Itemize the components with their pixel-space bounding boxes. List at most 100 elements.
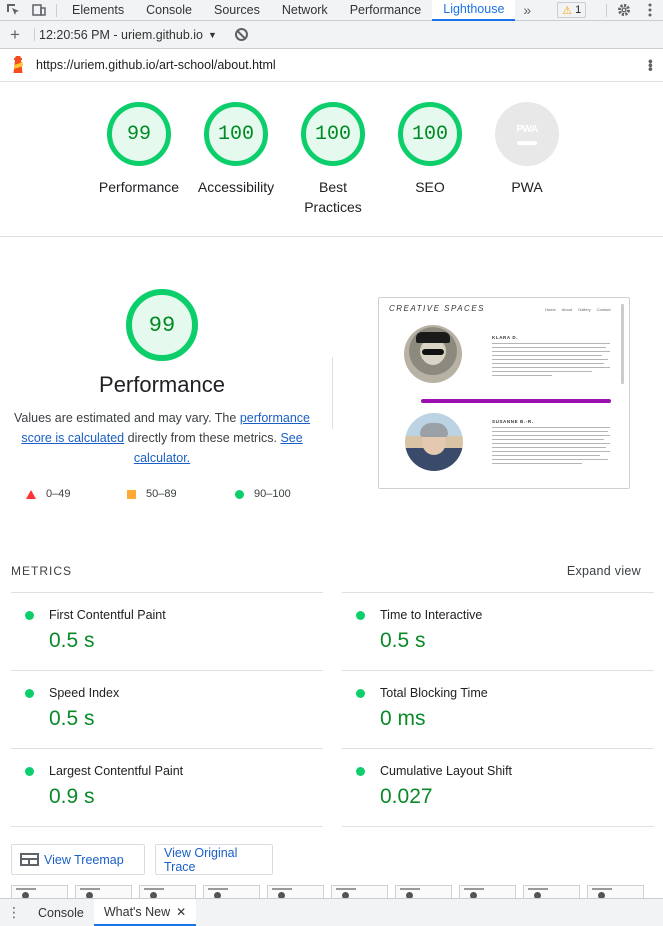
legend-fail-label: 0–49	[46, 488, 71, 500]
screenshot-nav-item: Gallery	[578, 307, 591, 312]
drawer-tab-bar: ⋮ Console What's New ✕	[0, 898, 663, 926]
metric-speed-index: Speed Index 0.5 s	[11, 670, 323, 748]
new-report-plus-icon[interactable]: +	[0, 25, 30, 45]
expand-view-toggle[interactable]: Expand view	[567, 564, 641, 578]
filmstrip-frame	[331, 885, 388, 899]
gauge-label: PWA	[511, 179, 543, 195]
screenshot-nav-item: Home	[545, 307, 556, 312]
drawer-tab-console[interactable]: Console	[28, 899, 94, 926]
filmstrip-frame	[75, 885, 132, 899]
pwa-badge-icon: PWA	[495, 102, 559, 166]
final-screenshot[interactable]: CREATIVE SPACES Home About Gallery Conta…	[378, 297, 630, 489]
text-line	[492, 435, 610, 437]
drawer-tab-label: Console	[38, 905, 84, 920]
average-square-icon	[127, 489, 136, 499]
legend-pass: 90–100	[235, 488, 291, 500]
tab-sources[interactable]: Sources	[203, 0, 271, 21]
report-selector-label: 12:20:56 PM - uriem.github.io	[39, 27, 203, 42]
view-treemap-label: View Treemap	[44, 852, 124, 867]
gauge-score: 100	[398, 102, 462, 166]
screenshot-brand: CREATIVE SPACES	[389, 304, 485, 313]
gauge-pwa[interactable]: PWA PWA	[482, 102, 572, 197]
report-menu-icon[interactable]: •••	[643, 59, 659, 71]
gauge-score: 100	[301, 102, 365, 166]
text-line	[492, 363, 604, 365]
drawer-tab-label: What's New	[103, 904, 171, 919]
legend-fail: 0–49	[26, 488, 70, 500]
person-name: SUSANNE B.-R.	[492, 419, 534, 424]
pass-circle-icon	[356, 767, 365, 776]
screenshot-nav-item: Contact	[596, 307, 611, 312]
metric-value: 0.5 s	[49, 707, 95, 730]
filmstrip-frame	[139, 885, 196, 899]
filmstrip	[11, 885, 663, 899]
treemap-icon	[20, 853, 39, 866]
tab-console[interactable]: Console	[135, 0, 203, 21]
report-url-bar: https://uriem.github.io/art-school/about…	[0, 49, 663, 82]
metric-value: 0.027	[380, 785, 433, 808]
tab-network[interactable]: Network	[271, 0, 339, 21]
avatar	[405, 413, 463, 471]
view-original-trace-button[interactable]: View Original Trace	[155, 844, 273, 875]
glasses	[422, 349, 444, 355]
tab-lighthouse[interactable]: Lighthouse	[432, 0, 516, 21]
filmstrip-frame	[523, 885, 580, 899]
more-tabs-icon[interactable]: »	[515, 2, 539, 18]
warning-count: 1	[575, 4, 582, 16]
gauge-performance[interactable]: 99 Performance	[94, 102, 184, 197]
drawer-menu-icon[interactable]: ⋮	[0, 904, 28, 921]
metric-value: 0 ms	[380, 707, 426, 730]
pass-circle-icon	[25, 767, 34, 776]
pass-circle-icon	[356, 611, 365, 620]
text-line	[492, 443, 610, 445]
warning-badge[interactable]: ⚠ 1	[557, 2, 587, 18]
gauge-accessibility[interactable]: 100 Accessibility	[191, 102, 281, 197]
settings-gear-icon[interactable]	[611, 0, 637, 21]
dropdown-caret-icon: ▼	[207, 29, 217, 40]
customize-menu-icon[interactable]	[637, 0, 663, 21]
text-line	[492, 359, 608, 361]
pwa-dash	[517, 140, 537, 145]
gauge-score: 99	[107, 102, 171, 166]
filmstrip-frame	[395, 885, 452, 899]
pwa-badge-text: PWA	[516, 123, 538, 135]
text-line	[492, 427, 610, 429]
metric-time-to-interactive: Time to Interactive 0.5 s	[342, 592, 654, 670]
inspect-element-icon[interactable]	[0, 0, 26, 21]
gauge-seo[interactable]: 100 SEO	[385, 102, 475, 197]
pass-circle-icon	[25, 611, 34, 620]
text-line	[492, 463, 582, 465]
report-selector[interactable]: 12:20:56 PM - uriem.github.io ▼	[39, 28, 217, 42]
text-line	[492, 355, 602, 357]
text-line	[492, 451, 610, 453]
device-toolbar-icon[interactable]	[26, 0, 52, 21]
toolbar-divider	[56, 3, 57, 17]
text-line	[492, 343, 610, 345]
tab-elements[interactable]: Elements	[61, 0, 135, 21]
fail-triangle-icon	[26, 489, 36, 499]
filmstrip-frame	[587, 885, 644, 899]
gauge-score: 100	[204, 102, 268, 166]
text-line	[492, 447, 606, 449]
pass-circle-icon	[25, 689, 34, 698]
text-line	[492, 431, 608, 433]
metric-value: 0.9 s	[49, 785, 95, 808]
drawer-tab-whats-new[interactable]: What's New ✕	[93, 899, 197, 926]
clear-reports-icon[interactable]	[234, 28, 248, 41]
metrics-heading: METRICS	[11, 564, 72, 578]
gauge-label: Accessibility	[197, 179, 275, 195]
view-treemap-button[interactable]: View Treemap	[11, 844, 145, 875]
category-gauges: 99 Performance 100 Accessibility 100 Bes…	[0, 82, 663, 237]
gauge-best-practices[interactable]: 100 Best Practices	[288, 102, 378, 217]
metric-first-contentful-paint: First Contentful Paint 0.5 s	[11, 592, 323, 670]
text-line	[492, 367, 610, 369]
text-line	[492, 455, 600, 457]
tab-performance[interactable]: Performance	[339, 0, 433, 21]
performance-score-gauge: 99	[126, 289, 198, 361]
audited-url[interactable]: https://uriem.github.io/art-school/about…	[36, 58, 276, 72]
close-icon[interactable]: ✕	[176, 905, 186, 919]
screenshot-nav: Home About Gallery Contact	[545, 307, 611, 312]
metric-value: 0.5 s	[49, 629, 95, 652]
screenshot-scrollbar	[621, 304, 624, 384]
toolbar-divider	[34, 28, 35, 41]
